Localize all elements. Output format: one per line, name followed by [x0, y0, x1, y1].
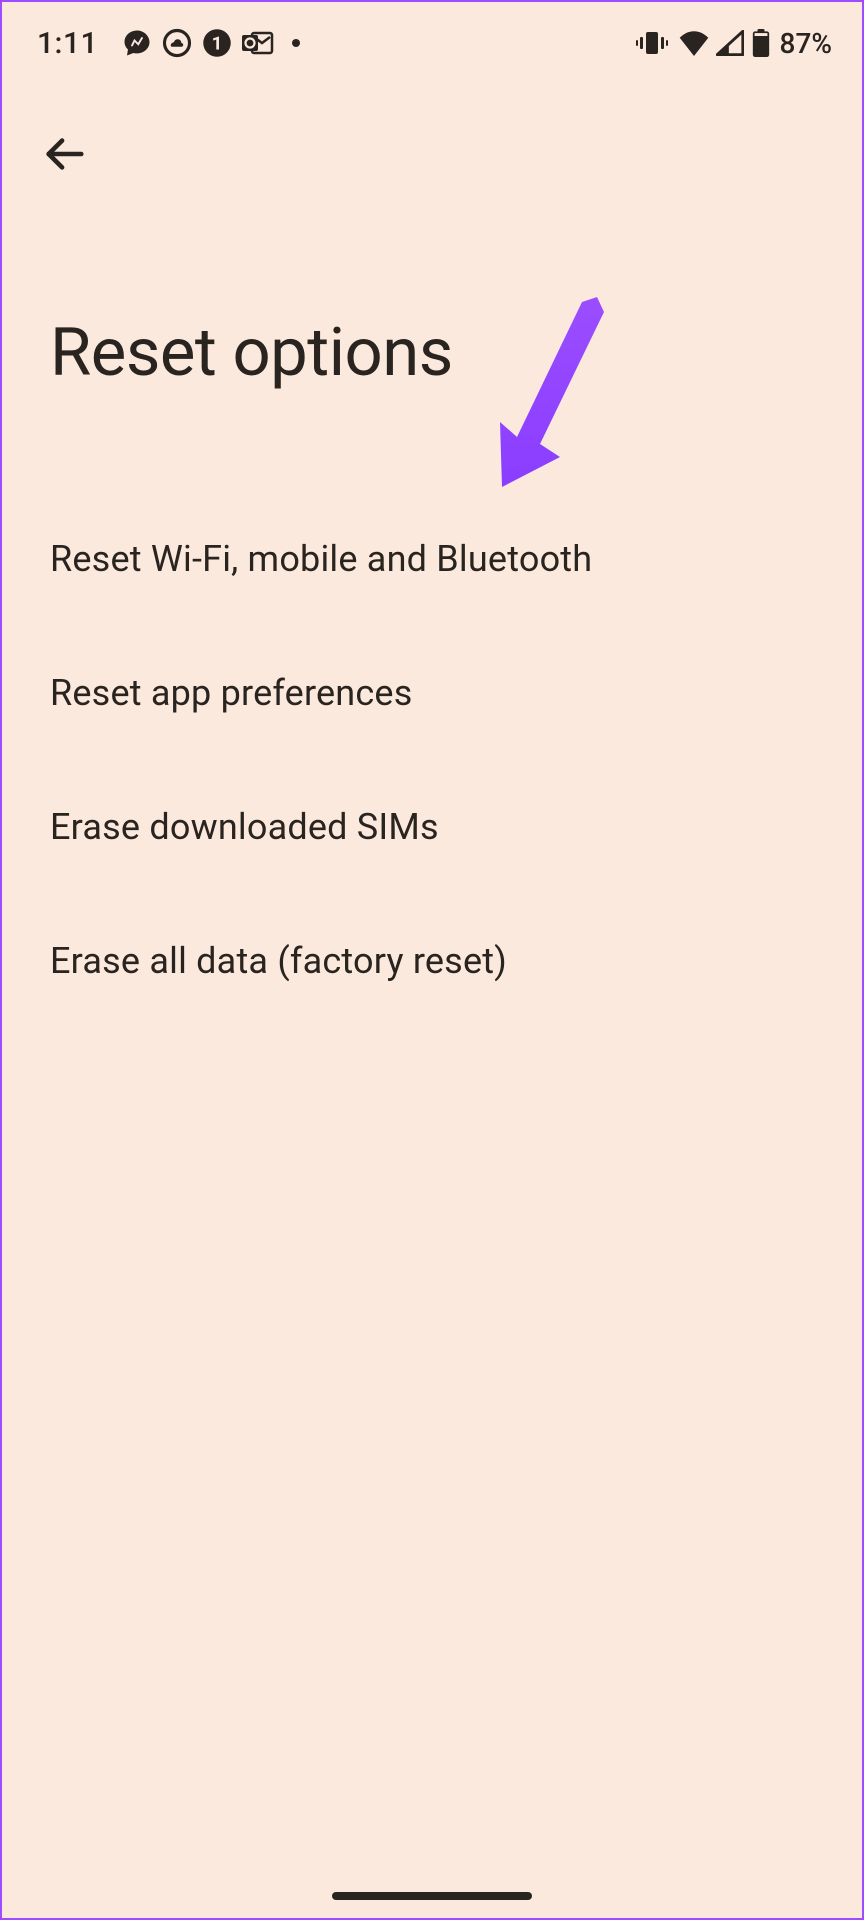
options-list: Reset Wi-Fi, mobile and Bluetooth Reset …: [2, 492, 862, 1028]
status-left: 1:11 1: [37, 26, 300, 61]
more-notifications-icon: [292, 39, 300, 47]
vibrate-icon: [636, 30, 668, 56]
outlook-icon: [242, 29, 274, 57]
back-button[interactable]: [34, 124, 94, 184]
signal-icon: [716, 30, 744, 56]
wifi-icon: [678, 30, 710, 56]
page-title: Reset options: [50, 314, 862, 392]
chat-icon: [122, 28, 152, 58]
status-bar: 1:11 1: [2, 2, 862, 74]
status-right: 87%: [636, 27, 832, 60]
cloud-icon: [162, 28, 192, 58]
navigation-handle[interactable]: [332, 1892, 532, 1900]
status-time: 1:11: [37, 26, 98, 61]
battery-percent: 87%: [780, 27, 832, 60]
option-reset-wifi-mobile-bluetooth[interactable]: Reset Wi-Fi, mobile and Bluetooth: [2, 492, 862, 626]
option-erase-all-data-factory-reset[interactable]: Erase all data (factory reset): [2, 894, 862, 1028]
option-erase-downloaded-sims[interactable]: Erase downloaded SIMs: [2, 760, 862, 894]
notification-badge-icon: 1: [202, 28, 232, 58]
svg-text:1: 1: [212, 32, 223, 54]
battery-icon: [752, 29, 770, 57]
option-reset-app-preferences[interactable]: Reset app preferences: [2, 626, 862, 760]
